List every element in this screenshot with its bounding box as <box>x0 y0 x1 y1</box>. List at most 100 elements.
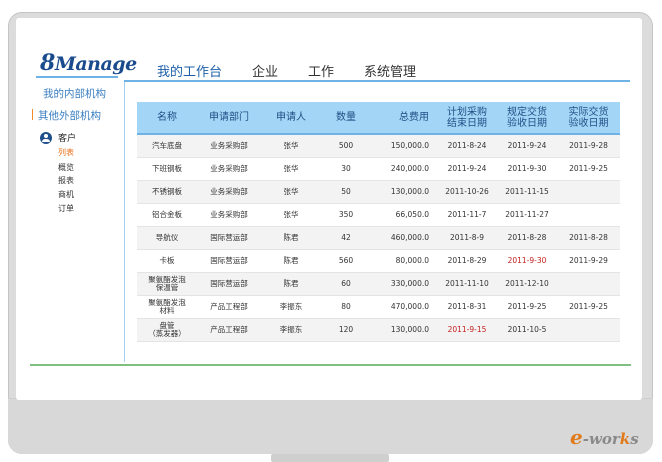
table-cell <box>557 272 620 295</box>
table-cell: 卡板 <box>159 255 175 265</box>
sidebar-item-orders[interactable]: 订单 <box>58 203 74 214</box>
purchase-table: 名称 申请部门 申请人 数量 总费用 计划采购 结束日期 规定交货 验收日期 实… <box>137 102 620 342</box>
table-row[interactable]: 铝合金板 业务采购部 张华 350 66,050.0 2011-11-7 2011-11-2… <box>137 203 620 226</box>
table-cell: 560 <box>338 255 354 265</box>
table-row[interactable]: 盘管 （蒸发器） 产品工程部 李振东 120 130,000.0 2011-9-15 201… <box>137 318 620 341</box>
col-header-plan-end[interactable]: 计划采购 结束日期 <box>437 102 497 134</box>
table-cell: 铝合金板 <box>152 209 182 219</box>
table-row[interactable]: 汽车底盘 业务采购部 张华 500 150,000.0 2011-8-24 2011-9-2… <box>137 134 620 157</box>
table-cell: 50 <box>341 186 351 196</box>
sidebar-item-overview[interactable]: 概览 <box>58 162 74 173</box>
table-cell: 2011-8-31 <box>447 301 487 311</box>
table-cell: 460,000.0 <box>390 232 429 242</box>
table-cell: 国际营运部 <box>210 232 248 242</box>
table-cell: 陈君 <box>283 255 299 265</box>
sidebar-item-reports[interactable]: 报表 <box>58 175 74 186</box>
e-works-watermark: e-works <box>570 425 639 449</box>
table-cell: 2011-8-28 <box>507 232 547 242</box>
table-cell: 2011-8-9 <box>449 232 485 242</box>
table-cell: 150,000.0 <box>390 140 429 150</box>
table-cell: 66,050.0 <box>395 209 429 219</box>
table-cell: 张华 <box>283 163 299 173</box>
col-header-name[interactable]: 名称 <box>137 102 197 134</box>
table-cell: 2011-9-25 <box>569 301 608 311</box>
table-row[interactable]: 卡板 国际营运部 陈君 560 80,000.0 2011-8-29 2011-9-30 20… <box>137 249 620 272</box>
table-cell: 国际营运部 <box>210 255 248 265</box>
table-cell: 2011-9-25 <box>507 301 547 311</box>
table-cell: 聚氨酯发泡 保温管 <box>148 274 186 292</box>
table-cell: 2011-9-15 <box>447 324 487 334</box>
table-cell: 80 <box>341 301 351 311</box>
table-cell: 李振东 <box>279 324 303 334</box>
table-cell: 业务采购部 <box>210 209 248 219</box>
table-row[interactable]: 聚氨酯发泡 材料 产品工程部 李振东 80 470,000.0 2011-8-31 2011… <box>137 295 620 318</box>
table-cell: 张华 <box>283 140 299 150</box>
table-cell: 470,000.0 <box>390 301 429 311</box>
table-cell: 42 <box>341 232 351 242</box>
table-cell: 2011-11-10 <box>445 278 489 288</box>
nav-item-workbench[interactable]: 我的工作台 <box>157 61 222 80</box>
table-row[interactable]: 导航仪 国际营运部 陈君 42 460,000.0 2011-8-9 2011-8-28 20… <box>137 226 620 249</box>
table-cell: 2011-9-24 <box>507 140 547 150</box>
table-cell: 30 <box>341 163 351 173</box>
user-icon <box>40 131 52 144</box>
table-cell: 2011-11-7 <box>447 209 487 219</box>
table-cell: 2011-11-15 <box>505 186 549 196</box>
table-cell: 2011-9-25 <box>569 163 608 173</box>
sidebar-item-list[interactable]: 列表 <box>58 147 74 158</box>
nav-item-system[interactable]: 系统管理 <box>364 61 416 80</box>
table-cell <box>557 318 620 341</box>
table-cell: 导航仪 <box>155 232 179 242</box>
table-cell: 下班钢板 <box>152 163 182 173</box>
table-cell: 2011-8-28 <box>569 232 608 242</box>
sidebar-link-internal[interactable]: 我的内部机构 <box>43 86 106 101</box>
table-cell: 240,000.0 <box>390 163 429 173</box>
table-cell: 张华 <box>283 209 299 219</box>
table-cell: 聚氨酯发泡 材料 <box>148 297 186 315</box>
table-cell: 2011-10-26 <box>445 186 489 196</box>
table-cell: 李振东 <box>279 301 303 311</box>
sidebar-link-external[interactable]: 其他外部机构 <box>32 108 101 123</box>
table-cell: 张华 <box>283 186 299 196</box>
table-cell: 2011-9-28 <box>569 140 608 150</box>
top-nav: 我的工作台 企业 工作 系统管理 <box>157 61 446 80</box>
col-header-cost[interactable]: 总费用 <box>371 102 437 134</box>
table-cell: 2011-9-30 <box>507 163 547 173</box>
logo-underline <box>36 76 118 78</box>
table-cell: 2011-9-29 <box>569 255 608 265</box>
table-cell: 120 <box>338 324 354 334</box>
col-header-qty[interactable]: 数量 <box>321 102 371 134</box>
col-header-dept[interactable]: 申请部门 <box>197 102 261 134</box>
table-cell: 2011-9-30 <box>507 255 547 265</box>
table-cell: 2011-10-5 <box>507 324 547 334</box>
table-cell: 350 <box>338 209 354 219</box>
table-cell: 2011-8-29 <box>447 255 487 265</box>
table-cell: 陈君 <box>283 232 299 242</box>
col-header-applicant[interactable]: 申请人 <box>261 102 321 134</box>
table-cell: 盘管 （蒸发器） <box>148 320 186 338</box>
sidebar-item-opportunities[interactable]: 商机 <box>58 189 74 200</box>
table-row[interactable]: 聚氨酯发泡 保温管 国际营运部 陈君 60 330,000.0 2011-11-10 201… <box>137 272 620 295</box>
table-cell: 陈君 <box>283 278 299 288</box>
col-header-due-date[interactable]: 规定交货 验收日期 <box>497 102 557 134</box>
table-cell: 业务采购部 <box>210 163 248 173</box>
nav-item-work[interactable]: 工作 <box>308 61 334 80</box>
table-cell: 130,000.0 <box>390 186 429 196</box>
header-divider <box>124 80 630 82</box>
table-cell: 不锈钢板 <box>152 186 182 196</box>
table-cell: 汽车底盘 <box>152 140 182 150</box>
table-cell: 60 <box>341 278 351 288</box>
sidebar-item-customer[interactable]: 客户 <box>40 131 76 144</box>
col-header-actual-date[interactable]: 实际交货 验收日期 <box>557 102 620 134</box>
table-cell <box>557 203 620 226</box>
table-cell: 330,000.0 <box>390 278 429 288</box>
table-cell: 500 <box>338 140 354 150</box>
nav-item-enterprise[interactable]: 企业 <box>252 61 278 80</box>
table-cell: 2011-8-24 <box>447 140 487 150</box>
table-cell: 业务采购部 <box>210 140 248 150</box>
sidebar-divider <box>124 82 125 362</box>
table-row[interactable]: 下班钢板 业务采购部 张华 30 240,000.0 2011-9-24 2011-9-30… <box>137 157 620 180</box>
table-cell: 130,000.0 <box>390 324 429 334</box>
table-cell: 2011-11-27 <box>505 209 549 219</box>
table-row[interactable]: 不锈钢板 业务采购部 张华 50 130,000.0 2011-10-26 2011-11-… <box>137 180 620 203</box>
